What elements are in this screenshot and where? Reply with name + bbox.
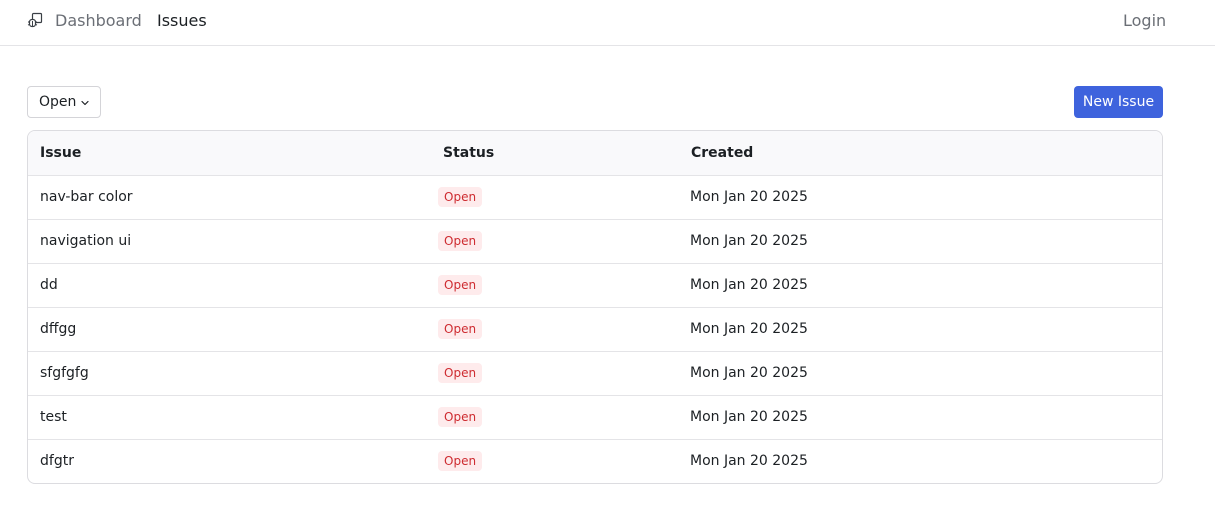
issue-title-link[interactable]: navigation ui [40,233,131,249]
status-filter-value: Open [39,94,77,110]
created-date: Mon Jan 20 2025 [679,306,1162,351]
nav-link-dashboard[interactable]: Dashboard [55,11,142,31]
bug-icon-graphic [27,12,43,28]
issue-cell: dfgtr [28,438,431,483]
issues-table: Issue Status Created nav-bar color Open … [27,130,1163,484]
table-row: test Open Mon Jan 20 2025 [28,394,1162,439]
created-date: Mon Jan 20 2025 [679,350,1162,395]
status-cell: Open [431,262,679,307]
created-date: Mon Jan 20 2025 [679,394,1162,439]
login-link[interactable]: Login [1123,11,1166,31]
status-cell: Open [431,175,679,219]
status-badge: Open [438,451,483,472]
status-badge: Open [438,187,483,207]
issue-title-link[interactable]: nav-bar color [40,189,133,205]
created-date: Mon Jan 20 2025 [679,438,1162,483]
table-row: navigation ui Open Mon Jan 20 2025 [28,218,1162,263]
column-header-issue[interactable]: Issue [28,131,431,176]
table-row: nav-bar color Open Mon Jan 20 2025 [28,175,1162,219]
table-header-row: Issue Status Created [28,131,1162,176]
table-row: dffgg Open Mon Jan 20 2025 [28,306,1162,351]
issue-title-link[interactable]: dd [40,277,58,293]
status-badge: Open [438,275,483,295]
status-cell: Open [431,306,679,351]
issue-title-link[interactable]: test [40,409,67,425]
status-badge: Open [438,319,483,339]
status-cell: Open [431,218,679,263]
issue-title-link[interactable]: dfgtr [40,453,74,469]
created-date: Mon Jan 20 2025 [679,262,1162,307]
created-date: Mon Jan 20 2025 [679,218,1162,263]
issue-title-link[interactable]: dffgg [40,321,76,337]
status-badge: Open [438,231,483,251]
issue-cell: dd [28,262,431,307]
status-cell: Open [431,350,679,395]
issue-cell: test [28,394,431,439]
issue-title-link[interactable]: sfgfgfg [40,365,89,381]
status-badge: Open [438,407,483,427]
nav-link-issues[interactable]: Issues [157,11,207,31]
issue-cell: dffgg [28,306,431,351]
column-header-status[interactable]: Status [431,131,679,176]
issue-cell: nav-bar color [28,175,431,219]
status-badge: Open [438,363,483,383]
table-row: dd Open Mon Jan 20 2025 [28,262,1162,307]
top-navbar: Dashboard Issues Login [0,0,1215,46]
status-cell: Open [431,438,679,483]
issue-cell: sfgfgfg [28,350,431,395]
new-issue-button[interactable]: New Issue [1074,86,1163,118]
status-filter-select[interactable]: Open [27,86,101,118]
table-row: dfgtr Open Mon Jan 20 2025 [28,438,1162,483]
chevron-down-icon [81,100,89,106]
status-cell: Open [431,394,679,439]
created-date: Mon Jan 20 2025 [690,189,808,205]
issue-cell: navigation ui [28,218,431,263]
bug-icon[interactable] [27,12,43,30]
table-row: sfgfgfg Open Mon Jan 20 2025 [28,350,1162,395]
column-header-created[interactable]: Created [679,131,1162,176]
